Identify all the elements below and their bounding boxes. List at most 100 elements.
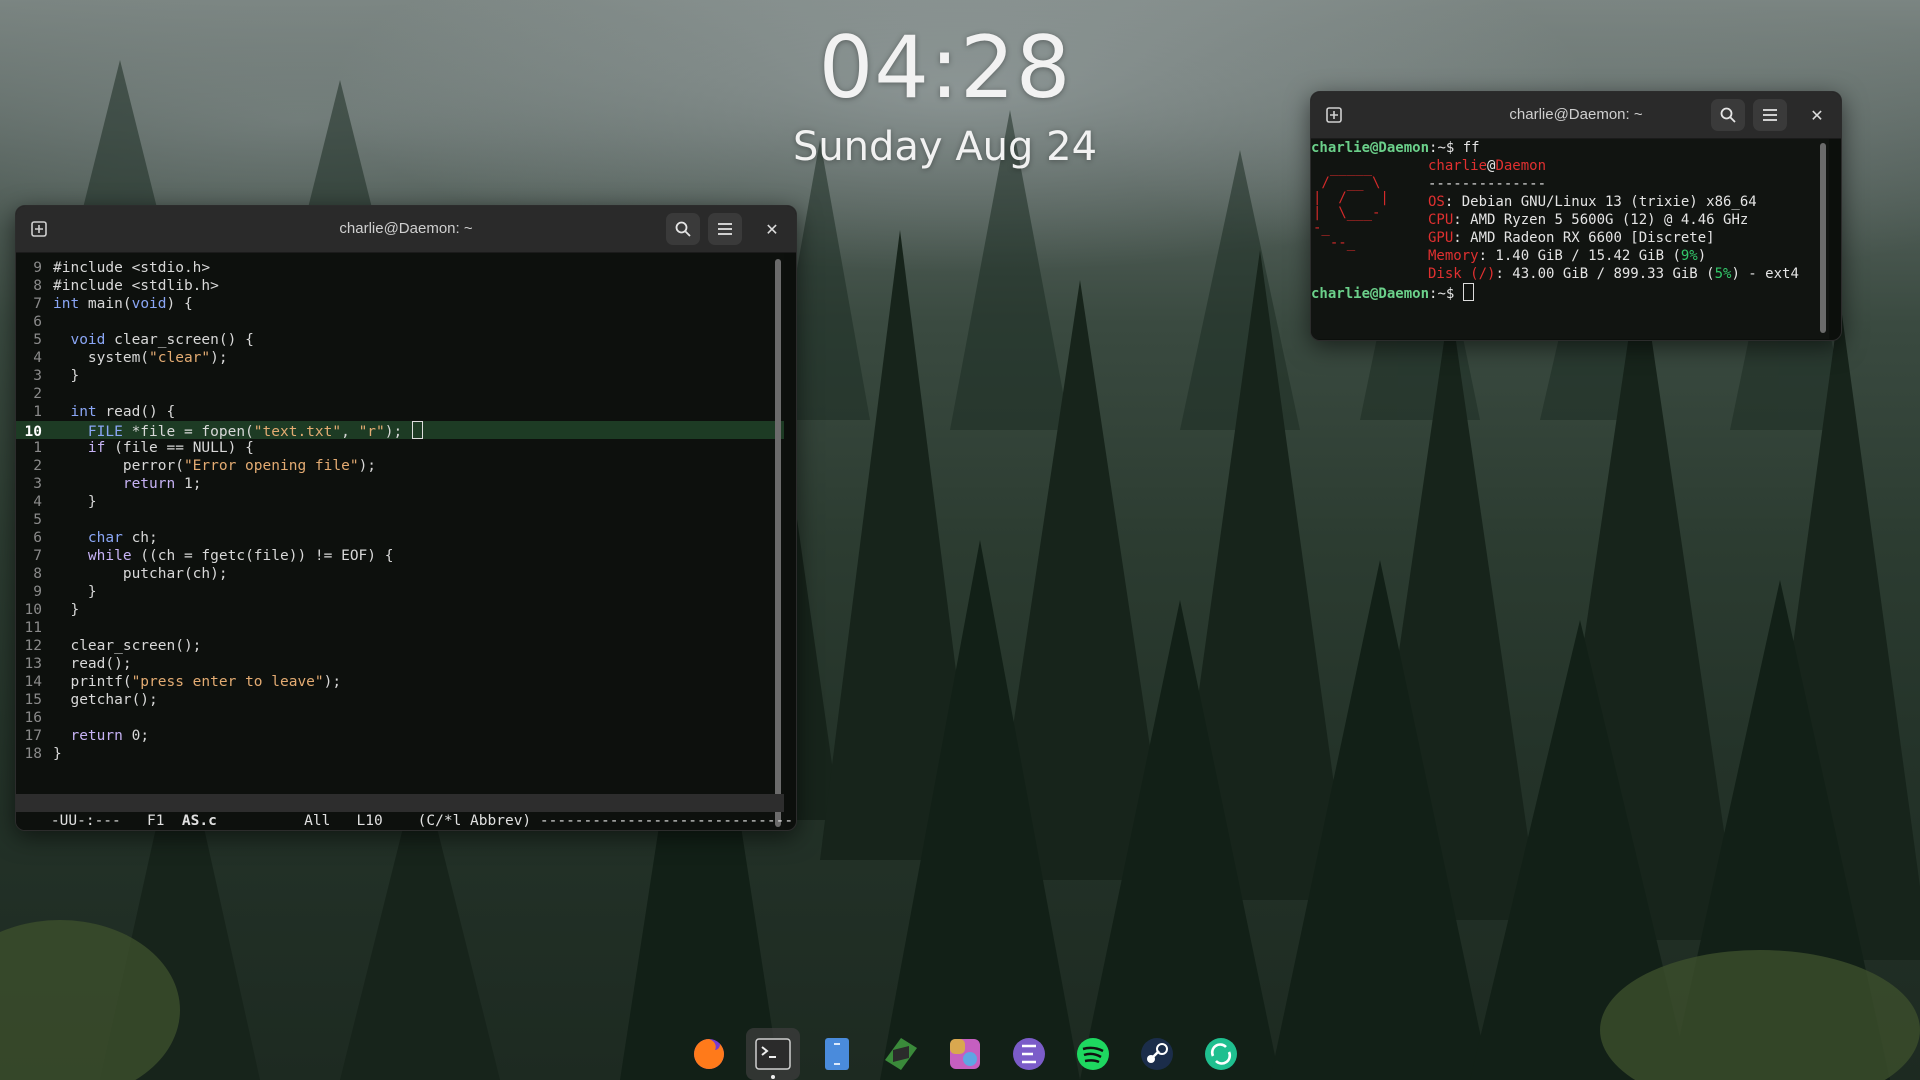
line-number: 8	[33, 278, 42, 294]
fetch-key: CPU	[1428, 212, 1454, 228]
code-text: int main(void) {	[53, 296, 193, 312]
line-number: 4	[33, 494, 42, 510]
close-button[interactable]: ✕	[760, 217, 784, 241]
fetch-disk: Disk (/): 43.00 GiB / 899.33 GiB (5%) - …	[1428, 265, 1829, 283]
line-number: 14	[24, 674, 42, 690]
fetch-value: : AMD Ryzen 5 5600G (12) @ 4.46 GHz	[1453, 212, 1749, 228]
code-text: return 0;	[70, 728, 150, 744]
code-text: system("clear");	[53, 350, 228, 366]
code-line: 8 #include <stdlib.h>	[16, 277, 784, 295]
close-icon: ✕	[765, 219, 779, 239]
search-icon	[1720, 107, 1736, 123]
code-text: char ch;	[87, 530, 158, 546]
firefox-launcher[interactable]	[682, 1028, 736, 1080]
close-button[interactable]: ✕	[1805, 103, 1829, 127]
line-number: 12	[24, 638, 42, 654]
fetch-title: charlie@Daemon	[1428, 157, 1829, 175]
code-text: perror("Error opening file");	[53, 458, 377, 474]
line-number: 6	[33, 314, 42, 330]
code-line: 10 }	[16, 601, 784, 619]
code-line: 6	[16, 313, 784, 331]
emacs-icon	[1013, 1038, 1045, 1070]
prompt-line: charlie@Daemon:~$	[1311, 283, 1829, 302]
fetch-terminal-window: charlie@Daemon: ~ ✕ charlie@Daemon:~$ ff…	[1310, 91, 1842, 341]
code-line: 4 system("clear");	[16, 349, 784, 367]
line-number: 4	[33, 350, 42, 366]
menu-button[interactable]	[708, 213, 742, 245]
file-manager-launcher[interactable]	[810, 1028, 864, 1080]
modeline-position: All	[304, 813, 331, 829]
memory-key: Memory	[1428, 248, 1479, 264]
code-text: }	[53, 602, 80, 618]
memory-value: : 1.40 GiB / 15.42 GiB (	[1478, 248, 1681, 264]
disk-tail: ) - ext4	[1731, 266, 1799, 282]
menu-button[interactable]	[1753, 99, 1787, 131]
disk-percent: 5%	[1714, 266, 1732, 282]
memory-percent: 9%	[1680, 248, 1698, 264]
debian-logo: _____ / __ \ | / | | \___- -_ --_	[1313, 160, 1389, 251]
code-text: FILE *file = fopen("text.txt", "r");	[87, 424, 403, 440]
running-indicator	[771, 1075, 775, 1079]
prompt-user: charlie@Daemon	[1311, 140, 1430, 156]
fetch-separator: --------------	[1428, 176, 1547, 192]
line-number: 11	[24, 620, 42, 636]
line-number: 3	[33, 476, 42, 492]
code-text: getchar();	[53, 692, 158, 708]
line-number: 15	[24, 692, 42, 708]
color-picker-launcher[interactable]	[938, 1028, 992, 1080]
search-button[interactable]	[666, 213, 700, 245]
code-line: 15 getchar();	[16, 691, 784, 709]
fetch-value: : AMD Radeon RX 6600 [Discrete]	[1453, 230, 1715, 246]
code-text: }	[53, 746, 62, 762]
disk-key: Disk (/)	[1428, 266, 1496, 282]
fetch-key: OS	[1428, 194, 1445, 210]
text-cursor	[1462, 283, 1474, 301]
disk-value: : 43.00 GiB / 899.33 GiB (	[1495, 266, 1715, 282]
current-code-line: 10 FILE *file = fopen("text.txt", "r");	[16, 421, 784, 440]
code-line: 6 char ch;	[16, 529, 784, 547]
code-line: 9 #include <stdio.h>	[16, 259, 784, 277]
code-text: }	[53, 368, 80, 384]
code-line: 5 void clear_screen() {	[16, 331, 784, 349]
fetch-row: GPU: AMD Radeon RX 6600 [Discrete]	[1428, 229, 1829, 247]
search-button[interactable]	[1711, 99, 1745, 131]
code-line: 1 int read() {	[16, 403, 784, 421]
line-number: 1	[33, 404, 42, 420]
emacs-modeline: -UU-:--- F1 AS.c All L10 (C/*l Abbrev) -…	[16, 794, 793, 829]
terminal-titlebar[interactable]: charlie@Daemon: ~ ✕	[1311, 92, 1841, 139]
line-number: 5	[33, 332, 42, 348]
code-editor[interactable]: 9 #include <stdio.h> 8 #include <stdlib.h> 7…	[16, 253, 784, 830]
code-text: #include <stdio.h>	[53, 260, 211, 276]
spotify-icon	[1077, 1038, 1109, 1070]
code-text: }	[53, 494, 97, 510]
line-number: 1	[33, 440, 42, 456]
search-icon	[675, 221, 691, 237]
line-number: 10	[24, 602, 42, 618]
hamburger-icon	[718, 223, 732, 235]
spotify-launcher[interactable]	[1066, 1028, 1120, 1080]
line-number: 7	[33, 296, 42, 312]
code-line: 11	[16, 619, 784, 637]
code-text: clear_screen();	[53, 638, 202, 654]
editor-scrollbar[interactable]	[775, 259, 781, 827]
code-line: 4 }	[16, 493, 784, 511]
fetch-user: charlie	[1428, 158, 1488, 174]
code-line: 3 return 1;	[16, 475, 784, 493]
minecraft-launcher[interactable]	[874, 1028, 928, 1080]
emacs-launcher[interactable]	[1002, 1028, 1056, 1080]
editor-titlebar[interactable]: charlie@Daemon: ~ ✕	[16, 206, 796, 253]
color-picker-icon	[950, 1039, 980, 1069]
terminal-output[interactable]: charlie@Daemon:~$ ff _____ / __ \ | / | …	[1311, 139, 1829, 339]
line-number: 18	[24, 746, 42, 762]
code-line: 12 clear_screen();	[16, 637, 784, 655]
steam-launcher[interactable]	[1130, 1028, 1184, 1080]
modeline-status: -UU-:---	[50, 813, 121, 829]
hamburger-icon	[1763, 109, 1777, 121]
terminal-scrollbar[interactable]	[1820, 143, 1826, 333]
sync-launcher[interactable]	[1194, 1028, 1248, 1080]
code-line: 1 if (file == NULL) {	[16, 439, 784, 457]
terminal-launcher[interactable]	[746, 1028, 800, 1080]
line-number: 3	[33, 368, 42, 384]
modeline-frame: F1	[146, 813, 165, 829]
command-text: ff	[1462, 140, 1480, 156]
